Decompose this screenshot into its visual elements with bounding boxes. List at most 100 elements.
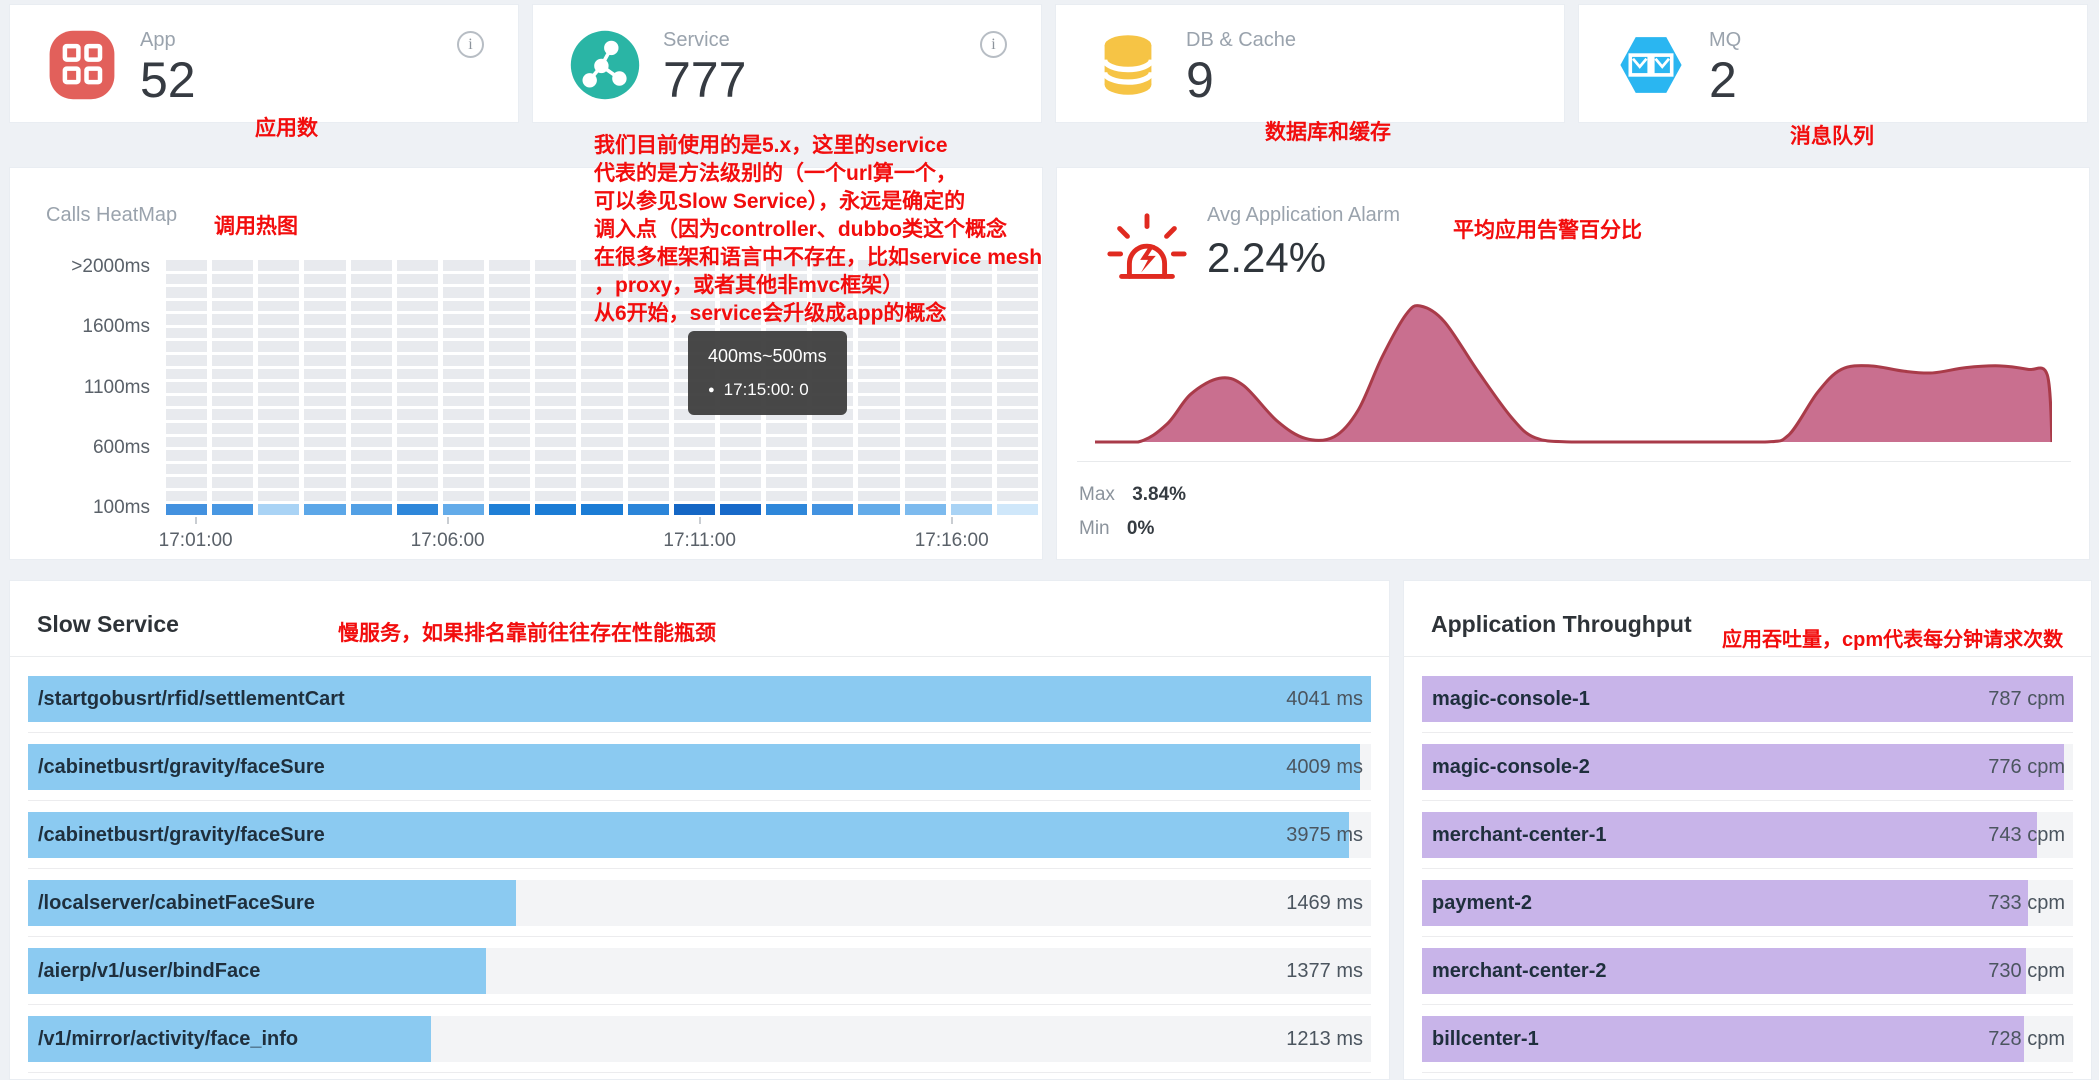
heatmap-cell[interactable]	[166, 477, 207, 488]
heatmap-cell[interactable]	[304, 409, 345, 420]
heatmap-cell[interactable]	[858, 369, 899, 380]
heatmap-cell[interactable]	[489, 464, 530, 475]
heatmap-cell[interactable]	[304, 423, 345, 434]
heatmap-cell[interactable]	[905, 464, 946, 475]
heatmap-cell[interactable]	[720, 477, 761, 488]
heatmap-cell[interactable]	[812, 437, 853, 448]
heatmap-cell[interactable]	[166, 301, 207, 312]
heatmap-cell[interactable]	[628, 341, 669, 352]
throughput-row[interactable]: magic-console-1787 cpm	[1422, 676, 2073, 722]
heatmap-cell[interactable]	[304, 301, 345, 312]
heatmap-cell[interactable]	[397, 423, 438, 434]
heatmap-cell[interactable]	[581, 477, 622, 488]
heatmap-cell[interactable]	[397, 382, 438, 393]
heatmap-cell[interactable]	[258, 396, 299, 407]
heatmap-cell[interactable]	[535, 491, 576, 502]
heatmap-cell[interactable]	[212, 437, 253, 448]
heatmap-cell[interactable]	[858, 423, 899, 434]
heatmap-cell[interactable]	[489, 382, 530, 393]
slow-service-row[interactable]: /aierp/v1/user/bindFace1377 ms	[28, 948, 1371, 994]
heatmap-cell[interactable]	[581, 491, 622, 502]
heatmap-cell[interactable]	[951, 504, 992, 515]
heatmap-cell[interactable]	[997, 477, 1038, 488]
heatmap-cell[interactable]	[258, 382, 299, 393]
slow-service-row[interactable]: /v1/mirror/activity/face_info1213 ms	[28, 1016, 1371, 1062]
heatmap-cell[interactable]	[304, 369, 345, 380]
heatmap-cell[interactable]	[674, 450, 715, 461]
heatmap-cell[interactable]	[304, 396, 345, 407]
heatmap-cell[interactable]	[351, 260, 392, 271]
heatmap-cell[interactable]	[258, 355, 299, 366]
slow-service-row[interactable]: /cabinetbusrt/gravity/faceSure3975 ms	[28, 812, 1371, 858]
heatmap-cell[interactable]	[628, 382, 669, 393]
heatmap-cell[interactable]	[304, 504, 345, 515]
heatmap-cell[interactable]	[258, 477, 299, 488]
heatmap-cell[interactable]	[443, 301, 484, 312]
heatmap-cell[interactable]	[397, 314, 438, 325]
heatmap-cell[interactable]	[489, 314, 530, 325]
heatmap-cell[interactable]	[489, 260, 530, 271]
heatmap-cell[interactable]	[628, 491, 669, 502]
heatmap-cell[interactable]	[397, 477, 438, 488]
heatmap-cell[interactable]	[212, 355, 253, 366]
heatmap-cell[interactable]	[212, 504, 253, 515]
heatmap-cell[interactable]	[535, 450, 576, 461]
heatmap-cell[interactable]	[951, 341, 992, 352]
heatmap-cell[interactable]	[304, 328, 345, 339]
heatmap-cell[interactable]	[951, 409, 992, 420]
heatmap-cell[interactable]	[581, 423, 622, 434]
heatmap-cell[interactable]	[489, 423, 530, 434]
heatmap-cell[interactable]	[858, 409, 899, 420]
heatmap-cell[interactable]	[766, 450, 807, 461]
heatmap-cell[interactable]	[258, 274, 299, 285]
heatmap-cell[interactable]	[905, 437, 946, 448]
heatmap-cell[interactable]	[628, 504, 669, 515]
heatmap-cell[interactable]	[858, 464, 899, 475]
heatmap-cell[interactable]	[258, 450, 299, 461]
heatmap-cell[interactable]	[397, 396, 438, 407]
heatmap-cell[interactable]	[951, 491, 992, 502]
heatmap-cell[interactable]	[535, 287, 576, 298]
heatmap-cell[interactable]	[997, 382, 1038, 393]
heatmap-cell[interactable]	[397, 409, 438, 420]
heatmap-cell[interactable]	[766, 423, 807, 434]
heatmap-cell[interactable]	[166, 341, 207, 352]
heatmap-cell[interactable]	[997, 341, 1038, 352]
heatmap-cell[interactable]	[581, 437, 622, 448]
heatmap-cell[interactable]	[720, 464, 761, 475]
heatmap-cell[interactable]	[258, 328, 299, 339]
heatmap-cell[interactable]	[166, 274, 207, 285]
heatmap-cell[interactable]	[997, 450, 1038, 461]
heatmap-cell[interactable]	[351, 382, 392, 393]
heatmap-cell[interactable]	[212, 314, 253, 325]
heatmap-cell[interactable]	[766, 437, 807, 448]
heatmap-cell[interactable]	[535, 464, 576, 475]
heatmap-cell[interactable]	[397, 274, 438, 285]
info-icon[interactable]: i	[457, 31, 484, 58]
heatmap-cell[interactable]	[535, 369, 576, 380]
heatmap-cell[interactable]	[212, 328, 253, 339]
heatmap-cell[interactable]	[905, 450, 946, 461]
heatmap-cell[interactable]	[674, 464, 715, 475]
heatmap-cell[interactable]	[397, 260, 438, 271]
heatmap-cell[interactable]	[581, 504, 622, 515]
heatmap-cell[interactable]	[258, 464, 299, 475]
heatmap-cell[interactable]	[258, 341, 299, 352]
heatmap-cell[interactable]	[628, 423, 669, 434]
heatmap-cell[interactable]	[351, 504, 392, 515]
heatmap-cell[interactable]	[166, 504, 207, 515]
heatmap-cell[interactable]	[997, 409, 1038, 420]
heatmap-cell[interactable]	[443, 355, 484, 366]
heatmap-cell[interactable]	[351, 341, 392, 352]
heatmap-cell[interactable]	[628, 409, 669, 420]
heatmap-cell[interactable]	[397, 301, 438, 312]
heatmap-cell[interactable]	[443, 450, 484, 461]
heatmap-cell[interactable]	[812, 491, 853, 502]
heatmap-cell[interactable]	[397, 287, 438, 298]
heatmap-cell[interactable]	[304, 437, 345, 448]
heatmap-cell[interactable]	[258, 437, 299, 448]
heatmap-cell[interactable]	[351, 328, 392, 339]
heatmap-cell[interactable]	[166, 328, 207, 339]
heatmap-cell[interactable]	[304, 260, 345, 271]
heatmap-cell[interactable]	[351, 437, 392, 448]
